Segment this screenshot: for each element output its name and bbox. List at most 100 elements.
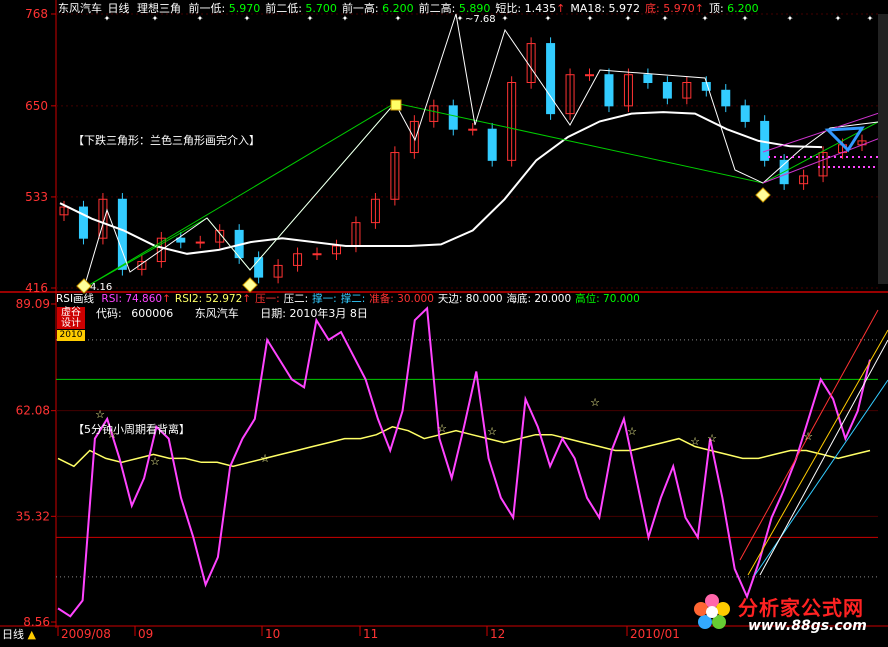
designer-badge: 虚谷 设计 2010 (57, 307, 85, 341)
price-tick-label: 768 (25, 7, 48, 21)
candle-body (78, 206, 88, 239)
divergence-star-icon: ☆ (487, 425, 497, 438)
header-item: 前二低: 5.700 (265, 2, 337, 15)
header-item-value: 5.970 (659, 2, 695, 15)
rsi-param: 撑二: (340, 293, 366, 305)
divergence-star-icon: ☆ (437, 422, 447, 435)
divergence-star-icon: ☆ (150, 455, 160, 468)
rsi-param: 准备: 30.000 (369, 293, 434, 305)
candle-body (740, 105, 750, 122)
watermark-site: 分析家公式网 (738, 596, 864, 620)
star-marker-icon: ✦ (702, 14, 709, 23)
rsi-title: RSI画线 (56, 293, 95, 305)
stock-code: 600006 (131, 307, 174, 320)
candle-body (604, 74, 614, 107)
header-item-label: 短比: (495, 2, 522, 15)
low-price-label: 4.16 (90, 282, 112, 293)
period-tab[interactable]: 日线 ▲ (2, 628, 36, 641)
rsi-info: 代码: 600006 东风汽车 日期: 2010年3月 8日 (96, 307, 368, 320)
candle-body (448, 105, 458, 130)
star-marker-icon: ✦ (742, 14, 749, 23)
rsi-param: RSI2: 52.972↑ (174, 293, 252, 305)
side-scroll-strip (878, 14, 888, 284)
rsi-tick-label: 8.56 (23, 615, 50, 629)
x-axis-label: 11 (363, 627, 378, 641)
rsi-param: 撑一: (312, 293, 337, 305)
header-item-value: 6.200 (378, 2, 414, 15)
rsi-param: 压二: (283, 293, 309, 305)
up-arrow-icon: ↑ (556, 2, 566, 15)
header-item: 前一高: 6.200 (342, 2, 414, 15)
header-item-label: 前二高: (418, 2, 456, 15)
candle-body (585, 74, 595, 77)
buy-signal-icon (242, 277, 258, 293)
warning-triangle-icon: ▲ (27, 628, 36, 641)
header-item: 前一低: 5.970 (189, 2, 261, 15)
chart-canvas[interactable]: 768 650 533 416 ~7.68 4.16 ✦ ✦ ✦ ✦ ✦ ✦ ✦ ✦ ✦ ✦ ✦ ✦ ✦ ✦ ✦ ✦ ✦ ✦ 8… (0, 0, 888, 643)
header-item: 短比: 1.435↑ (495, 2, 565, 15)
header-item-label: 前一高: (341, 2, 379, 15)
header-values: 前一低: 5.970 前二低: 5.700 前一高: 6.200 前二高: 5.890… (189, 2, 764, 15)
code-label: 代码: (96, 307, 122, 320)
rsi-annotation: 【5分钟小周期看背离】 (73, 423, 190, 436)
price-tick-label: 416 (25, 281, 48, 295)
star-marker-icon: ✦ (307, 14, 314, 23)
trend-fan-line (747, 329, 888, 576)
rsi-param: 海底: 20.000 (506, 293, 572, 305)
candle-body (643, 74, 653, 84)
rsi-header: RSI画线 RSI: 74.860↑ RSI2: 52.972↑ 压一: 压二: 撑一:… (56, 293, 644, 306)
star-marker-icon: ✦ (342, 14, 349, 23)
header-item-value: 6.200 (723, 2, 759, 15)
rsi-param: 压一: (255, 293, 280, 305)
trend-fan-line (754, 379, 888, 576)
header-item: 底: 5.970↑ (645, 2, 704, 15)
star-marker-icon: ✦ (457, 14, 464, 23)
stock-chart-window: 768 650 533 416 ~7.68 4.16 ✦ ✦ ✦ ✦ ✦ ✦ ✦ ✦ ✦ ✦ ✦ ✦ ✦ ✦ ✦ ✦ ✦ ✦ 8… (0, 0, 888, 643)
divergence-star-icon: ☆ (690, 435, 700, 448)
star-marker-icon: ✦ (502, 14, 509, 23)
star-marker-icon: ✦ (787, 14, 794, 23)
candle-body (721, 89, 731, 107)
date-value: 2010年3月 8日 (289, 307, 368, 320)
period-label: 日线 (107, 2, 130, 15)
price-tick-label: 650 (25, 99, 48, 113)
header-item-label: 底: (645, 2, 660, 15)
price-annotation: 【下跌三角形：兰色三角形画完介入】 (73, 134, 260, 147)
header-item-value: 5.700 (301, 2, 337, 15)
star-marker-icon: ✦ (197, 14, 204, 23)
watermark: 分析家公式网 www.88gs.com (688, 588, 886, 640)
high-price-label: ~7.68 (465, 14, 496, 25)
price-tick-label: 533 (25, 190, 48, 204)
star-marker-icon: ✦ (625, 14, 632, 23)
rsi-params: RSI: 74.860↑ RSI2: 52.972↑ 压一: 压二: 撑一: 撑二: 准备:… (101, 293, 643, 305)
candle-body (312, 253, 322, 256)
star-marker-icon: ✦ (395, 14, 402, 23)
star-marker-icon: ✦ (152, 14, 159, 23)
period-tab-label: 日线 (2, 628, 24, 641)
star-marker-icon: ✦ (835, 14, 842, 23)
buy-signal-icon (76, 278, 92, 294)
rsi-line (57, 306, 871, 618)
badge-year: 2010 (57, 330, 85, 341)
header-item-label: 前二低: (265, 2, 302, 15)
candle-body (468, 128, 478, 131)
rsi-tick-label: 89.09 (16, 297, 50, 311)
header-item-label: MA18: (570, 2, 606, 15)
watermark-url: www.88gs.com (748, 618, 867, 634)
rsi-stock-name: 东风汽车 (194, 307, 239, 320)
badge-line1: 虚谷 (57, 307, 85, 318)
header-item: 前二高: 5.890 (419, 2, 491, 15)
up-arrow-icon: ↑ (694, 2, 704, 15)
candle-body (195, 241, 205, 244)
up-arrow-icon: ↑ (242, 293, 252, 305)
x-axis-label: 2010/01 (630, 627, 680, 641)
header-item-value: 5.970 (225, 2, 261, 15)
star-marker-icon: ✦ (545, 14, 552, 23)
star-marker-icon: ✦ (587, 14, 594, 23)
star-marker-icon: ✦ (662, 14, 669, 23)
header-item-value: 5.890 (455, 2, 491, 15)
divergence-star-icon: ☆ (260, 452, 270, 465)
date-label: 日期: (260, 307, 286, 320)
rsi-param: 天边: 80.000 (437, 293, 503, 305)
badge-line2: 设计 (57, 318, 85, 329)
